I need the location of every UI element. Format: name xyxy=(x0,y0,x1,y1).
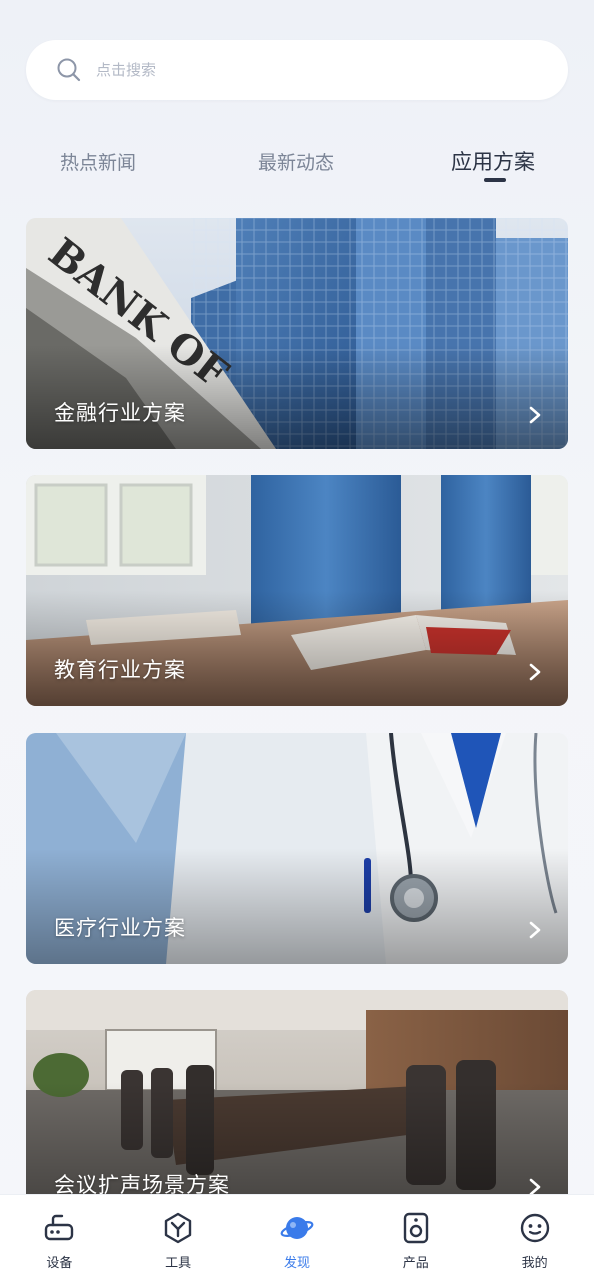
face-icon xyxy=(520,1213,549,1243)
planet-icon xyxy=(280,1217,314,1239)
card-education-solution[interactable]: 教育行业方案 xyxy=(26,475,568,706)
nav-label: 设备 xyxy=(46,1256,73,1271)
nav-tools[interactable]: 工具 xyxy=(138,1211,218,1271)
search-bar[interactable] xyxy=(26,40,568,100)
card-finance-solution[interactable]: BANK OF 金融行业方案 xyxy=(26,218,568,449)
chevron-right-icon xyxy=(529,406,541,424)
search-icon xyxy=(57,58,81,82)
chevron-right-icon xyxy=(529,663,541,681)
nav-mine[interactable]: 我的 xyxy=(495,1211,575,1271)
nav-label: 工具 xyxy=(165,1256,192,1271)
card-title: 教育行业方案 xyxy=(54,658,186,682)
nav-discover[interactable]: 发现 xyxy=(257,1211,337,1271)
tab-latest-updates[interactable]: 最新动态 xyxy=(258,148,334,175)
category-tabs: 热点新闻 最新动态 应用方案 xyxy=(0,138,594,188)
nav-label: 产品 xyxy=(402,1256,429,1271)
card-title: 金融行业方案 xyxy=(54,401,186,425)
search-input[interactable] xyxy=(96,61,496,79)
card-title: 医疗行业方案 xyxy=(54,916,186,940)
nav-label: 我的 xyxy=(521,1256,548,1271)
tab-application-solutions[interactable]: 应用方案 xyxy=(451,146,535,176)
bottom-nav: 设备 工具 发现 产品 我的 xyxy=(0,1194,594,1280)
tab-hot-news[interactable]: 热点新闻 xyxy=(60,148,136,175)
nav-label: 发现 xyxy=(283,1256,310,1271)
nav-devices[interactable]: 设备 xyxy=(19,1211,99,1271)
router-icon xyxy=(45,1214,74,1241)
card-conference-solution[interactable]: 会议扩声场景方案 xyxy=(26,990,568,1221)
tools-icon xyxy=(164,1212,192,1244)
card-medical-solution[interactable]: 医疗行业方案 xyxy=(26,733,568,964)
speaker-icon xyxy=(403,1212,428,1244)
chevron-right-icon xyxy=(529,921,541,939)
nav-products[interactable]: 产品 xyxy=(376,1211,456,1271)
active-tab-indicator xyxy=(484,178,506,182)
